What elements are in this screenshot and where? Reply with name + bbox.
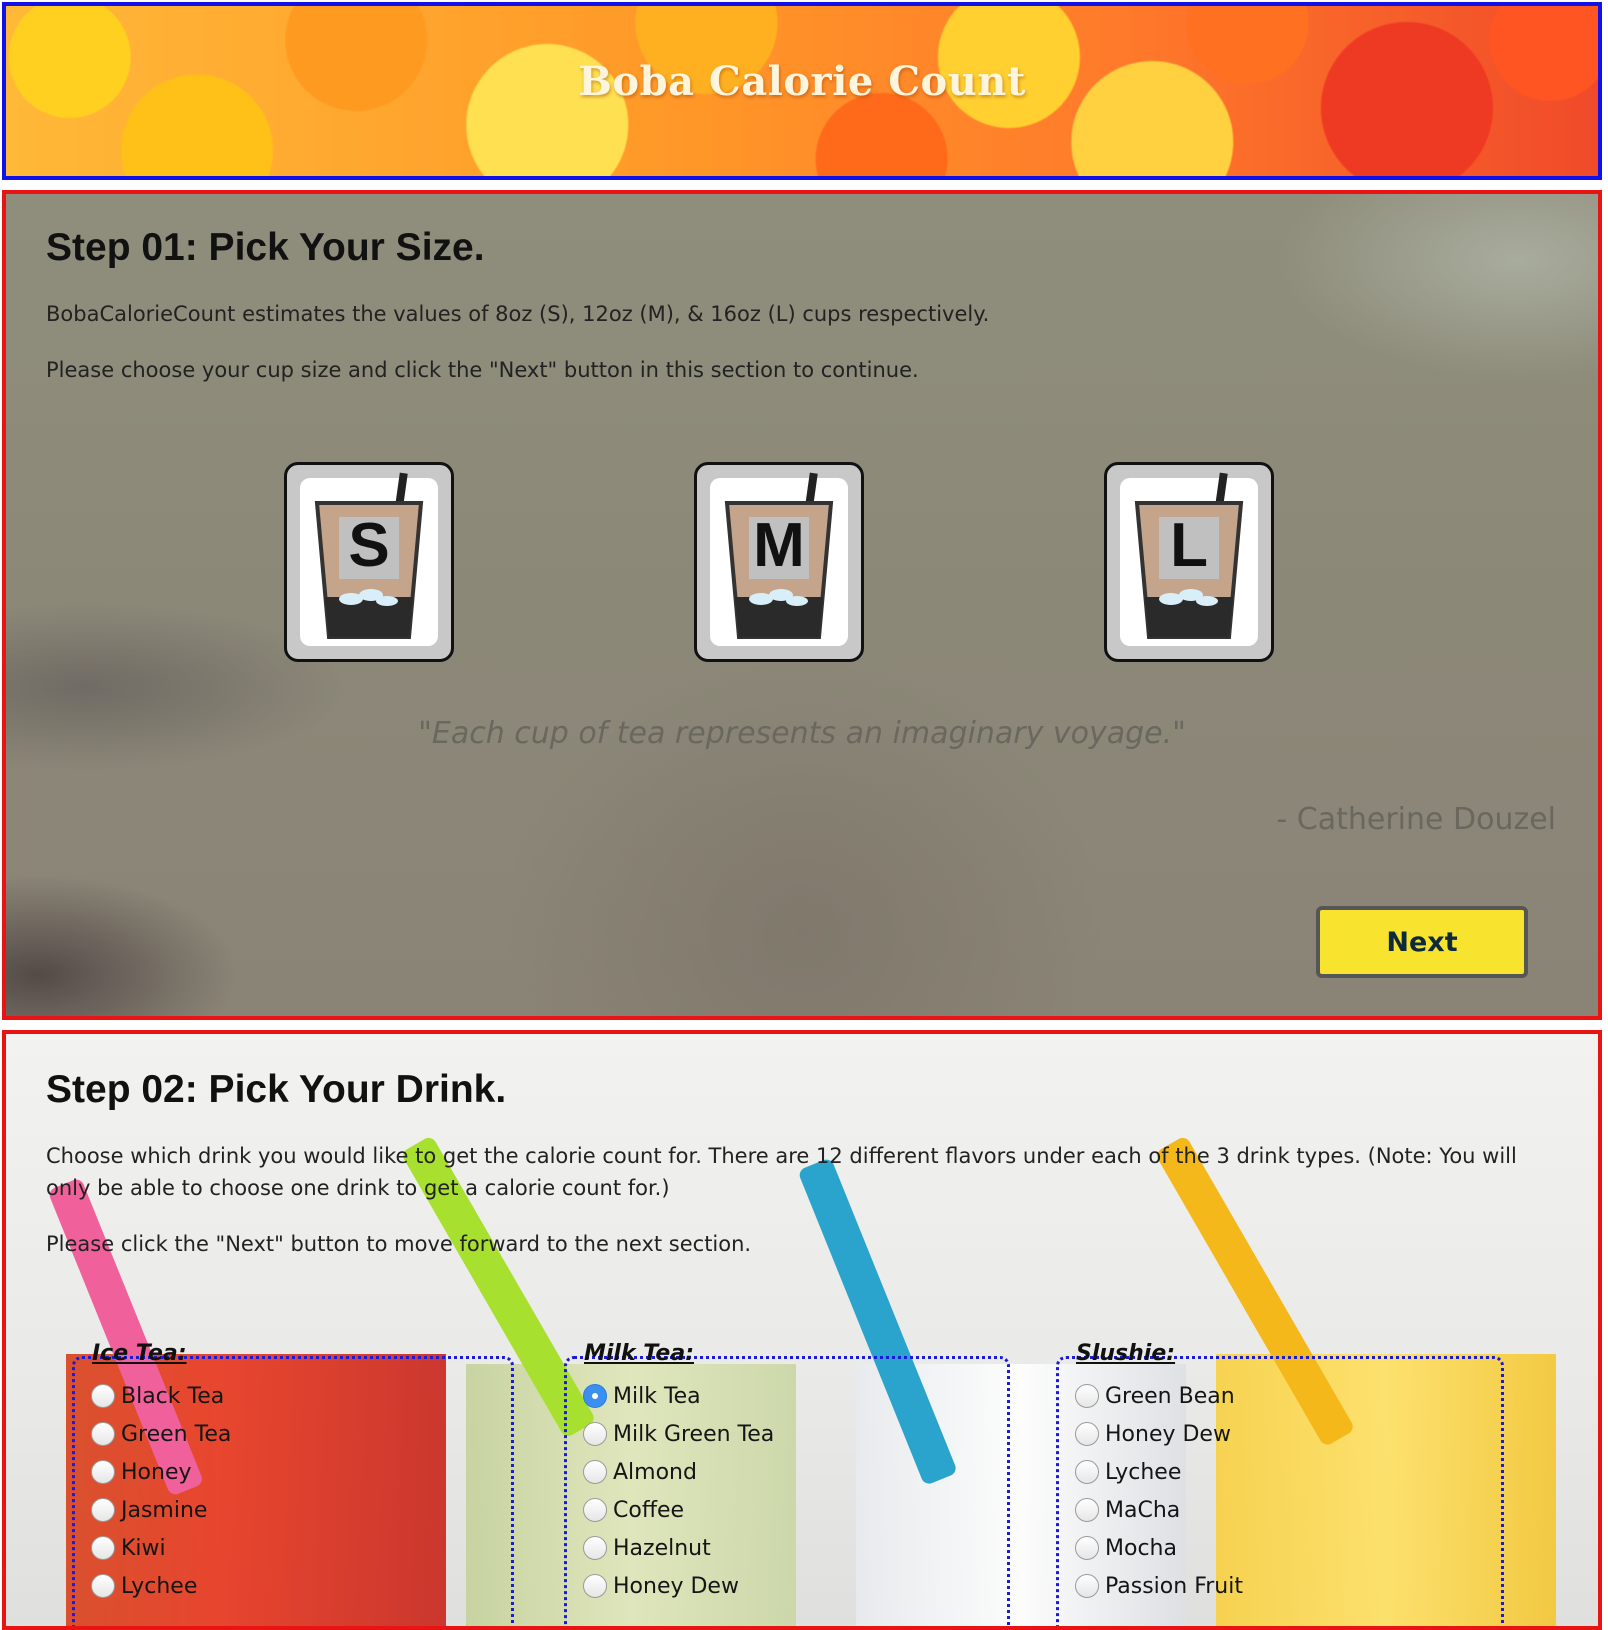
option-label: Black Tea	[121, 1383, 225, 1409]
radio-button[interactable]	[1075, 1460, 1099, 1484]
option-label: Lychee	[1105, 1459, 1182, 1485]
option-label: Honey Dew	[613, 1573, 739, 1599]
step-2-description: Choose which drink you would like to get…	[46, 1144, 1517, 1200]
size-small-button[interactable]: S	[284, 462, 454, 662]
option-mocha[interactable]: Mocha	[1075, 1533, 1177, 1563]
milk-tea-group: Milk Tea: Milk Tea Milk Green Tea Almond…	[564, 1341, 1010, 1626]
option-label: Honey	[121, 1459, 192, 1485]
option-label: Milk Tea	[613, 1383, 701, 1409]
option-almond[interactable]: Almond	[583, 1457, 697, 1487]
option-passion-fruit[interactable]: Passion Fruit	[1075, 1571, 1243, 1601]
option-label: MaCha	[1105, 1497, 1181, 1523]
radio-button[interactable]	[91, 1574, 115, 1598]
radio-button[interactable]	[91, 1498, 115, 1522]
option-honey-dew[interactable]: Honey Dew	[583, 1571, 739, 1601]
option-lychee-slushie[interactable]: Lychee	[1075, 1457, 1181, 1487]
radio-button[interactable]	[91, 1536, 115, 1560]
slushie-group: Slushie: Green Bean Honey Dew Lychee MaC…	[1056, 1341, 1504, 1626]
option-label: Hazelnut	[613, 1535, 711, 1561]
radio-button[interactable]	[583, 1498, 607, 1522]
option-label: Almond	[613, 1459, 697, 1485]
option-milk-green-tea[interactable]: Milk Green Tea	[583, 1419, 774, 1449]
milk-tea-legend: Milk Tea:	[584, 1341, 694, 1366]
radio-button[interactable]	[583, 1536, 607, 1560]
size-letter: L	[1170, 511, 1208, 580]
radio-button[interactable]	[91, 1422, 115, 1446]
radio-button[interactable]	[1075, 1384, 1099, 1408]
radio-button[interactable]	[1075, 1498, 1099, 1522]
header-banner: Boba Calorie Count	[2, 2, 1602, 180]
radio-button[interactable]	[1075, 1422, 1099, 1446]
option-kiwi[interactable]: Kiwi	[91, 1533, 166, 1563]
radio-button[interactable]	[1075, 1574, 1099, 1598]
size-letter: M	[753, 511, 805, 580]
step-2-instruction: Please click the "Next" button to move f…	[46, 1232, 752, 1256]
option-label: Jasmine	[121, 1497, 208, 1523]
option-label: Kiwi	[121, 1535, 166, 1561]
quote-text: "Each cup of tea represents an imaginary…	[418, 716, 1186, 751]
option-macha[interactable]: MaCha	[1075, 1495, 1180, 1525]
ice-tea-legend: Ice Tea:	[92, 1341, 187, 1366]
option-label: Milk Green Tea	[613, 1421, 775, 1447]
size-medium-button[interactable]: M	[694, 462, 864, 662]
step-1-instruction: Please choose your cup size and click th…	[46, 358, 919, 382]
option-label: Lychee	[121, 1573, 198, 1599]
option-label: Honey Dew	[1105, 1421, 1231, 1447]
option-black-tea[interactable]: Black Tea	[91, 1381, 224, 1411]
slushie-legend: Slushie:	[1076, 1341, 1176, 1366]
step-1-title: Step 01: Pick Your Size.	[46, 226, 485, 269]
step-2-section: Step 02: Pick Your Drink. Choose which d…	[2, 1030, 1602, 1630]
option-honey[interactable]: Honey	[91, 1457, 192, 1487]
option-label: Green Bean	[1105, 1383, 1235, 1409]
quote-author: - Catherine Douzel	[1276, 802, 1556, 837]
option-label: Passion Fruit	[1105, 1573, 1243, 1599]
option-coffee[interactable]: Coffee	[583, 1495, 684, 1525]
next-button[interactable]: Next	[1316, 906, 1528, 978]
option-honey-dew-slushie[interactable]: Honey Dew	[1075, 1419, 1231, 1449]
site-title: Boba Calorie Count	[578, 58, 1026, 105]
option-lychee[interactable]: Lychee	[91, 1571, 197, 1601]
step-1-description: BobaCalorieCount estimates the values of…	[46, 302, 990, 326]
size-letter: S	[348, 511, 390, 580]
radio-button[interactable]	[583, 1422, 607, 1446]
step-2-title: Step 02: Pick Your Drink.	[46, 1068, 507, 1111]
option-green-bean[interactable]: Green Bean	[1075, 1381, 1235, 1411]
radio-button[interactable]	[583, 1574, 607, 1598]
size-large-button[interactable]: L	[1104, 462, 1274, 662]
option-label: Mocha	[1105, 1535, 1177, 1561]
radio-button[interactable]	[91, 1460, 115, 1484]
option-hazelnut[interactable]: Hazelnut	[583, 1533, 711, 1563]
option-label: Green Tea	[121, 1421, 232, 1447]
option-milk-tea[interactable]: Milk Tea	[583, 1381, 701, 1411]
radio-button-selected[interactable]	[583, 1384, 607, 1408]
radio-button[interactable]	[91, 1384, 115, 1408]
option-label: Coffee	[613, 1497, 685, 1523]
option-jasmine[interactable]: Jasmine	[91, 1495, 207, 1525]
ice-tea-group: Ice Tea: Black Tea Green Tea Honey Jasmi…	[72, 1341, 514, 1626]
step-1-section: Step 01: Pick Your Size. BobaCalorieCoun…	[2, 190, 1602, 1020]
option-green-tea[interactable]: Green Tea	[91, 1419, 231, 1449]
radio-button[interactable]	[1075, 1536, 1099, 1560]
radio-button[interactable]	[583, 1460, 607, 1484]
